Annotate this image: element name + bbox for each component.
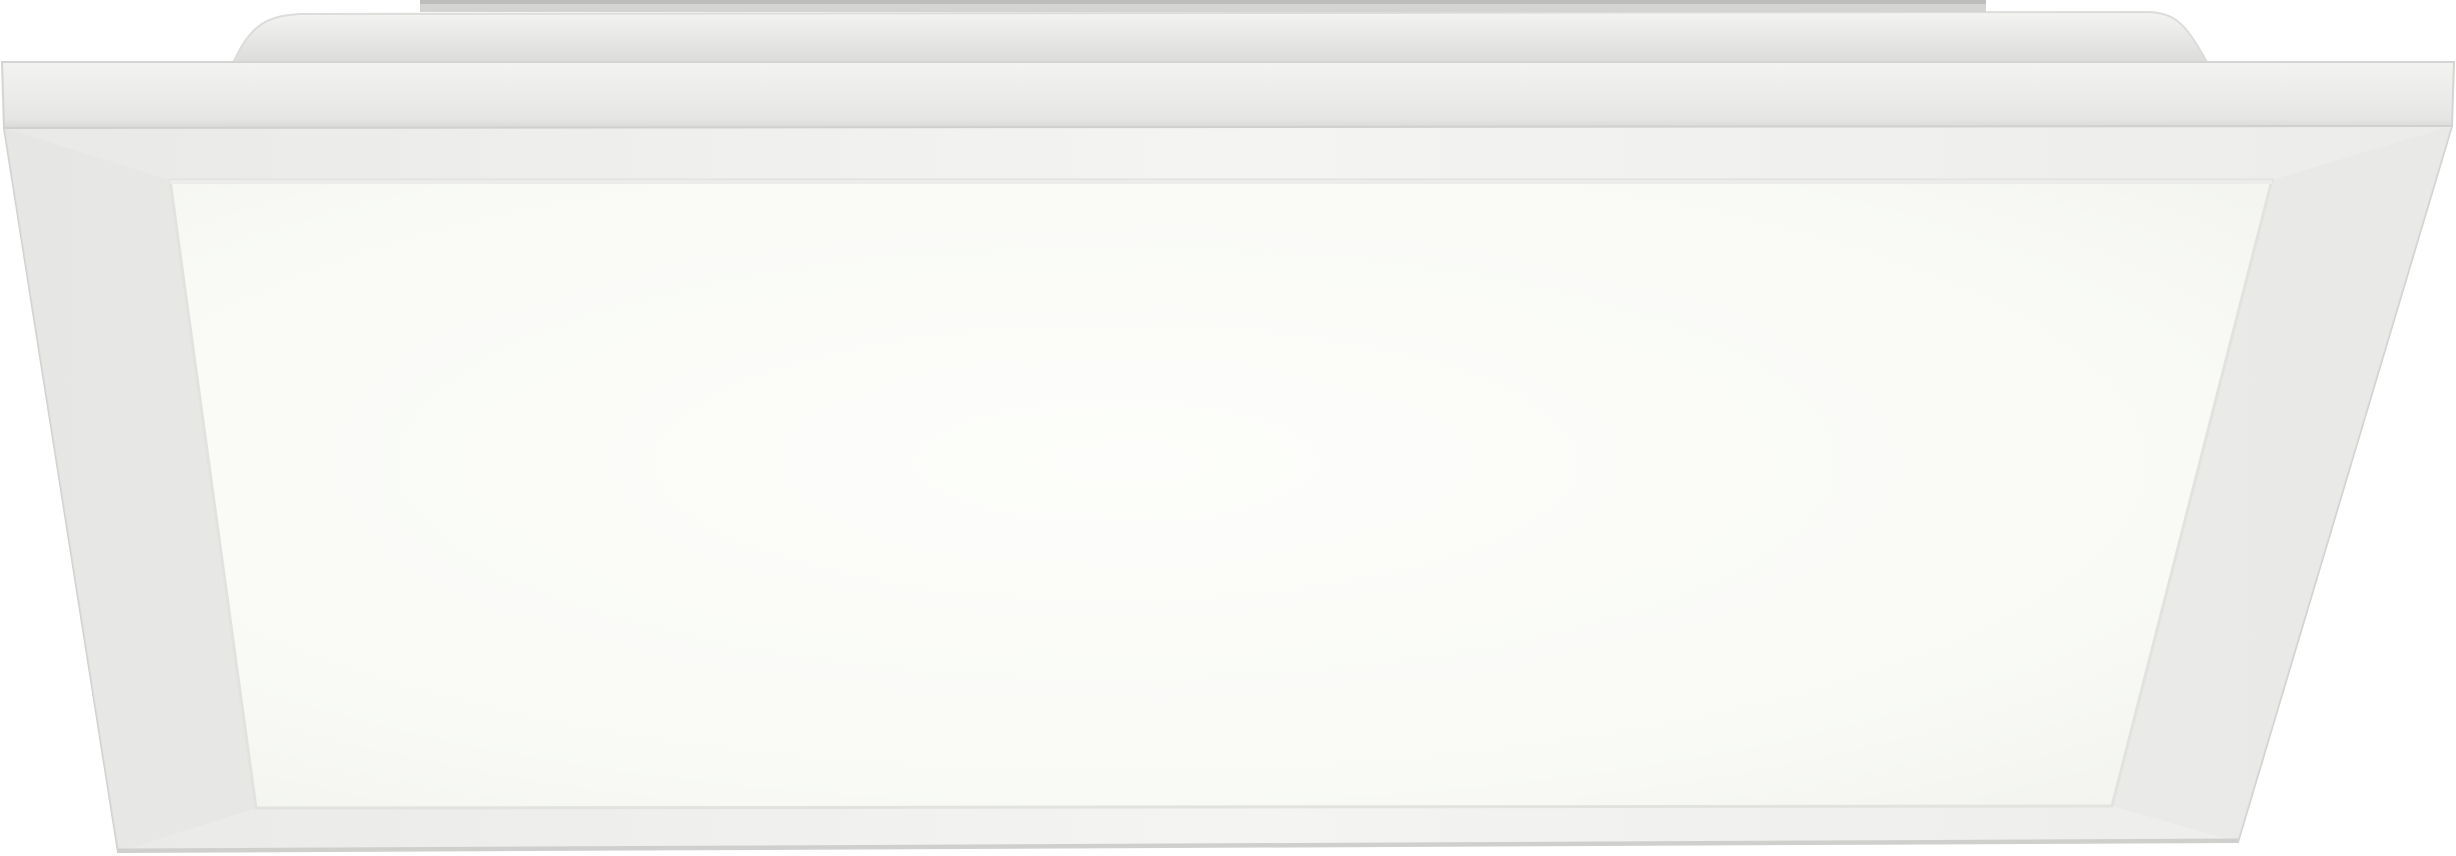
ceiling-panel-light-illustration — [0, 0, 2456, 854]
panel-top-edge — [0, 61, 2456, 130]
product-photo-stage — [0, 0, 2456, 856]
light-diffuser — [168, 178, 2274, 810]
ceiling-mount — [230, 0, 2210, 68]
